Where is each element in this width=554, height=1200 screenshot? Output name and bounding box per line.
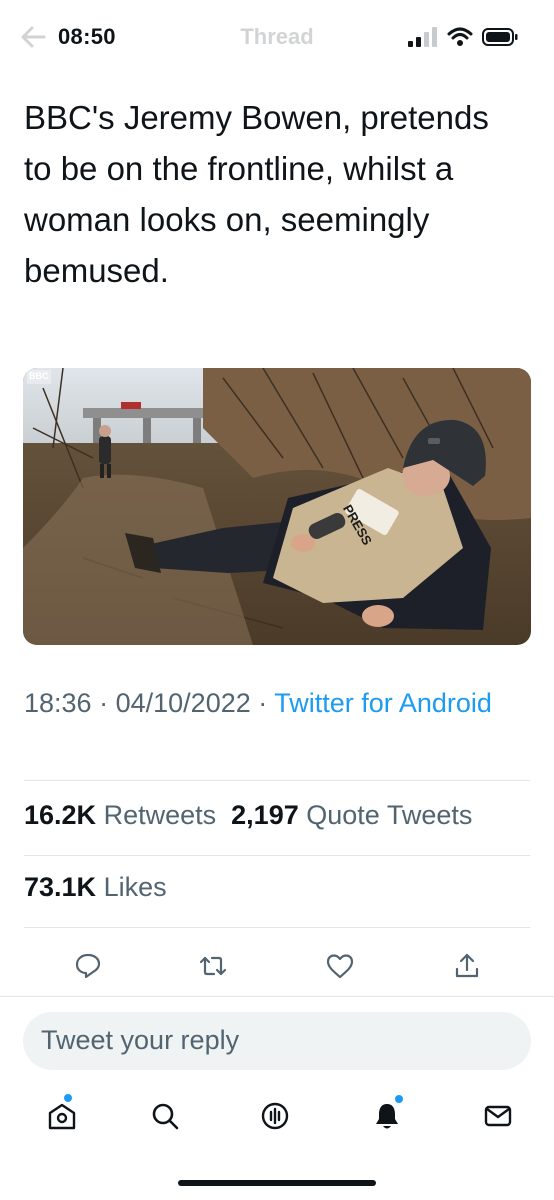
quote-tweets-count: 2,197	[231, 800, 299, 830]
home-new-dot	[64, 1094, 72, 1102]
battery-icon	[482, 28, 518, 46]
status-bar: Thread 08:50	[0, 0, 554, 68]
tweet-source-link[interactable]: Twitter for Android	[274, 688, 492, 718]
share-icon	[455, 953, 479, 978]
divider	[24, 927, 530, 928]
retweets-count: 16.2K	[24, 800, 97, 830]
likes-stat[interactable]: 73.1K Likes	[24, 872, 167, 903]
stats-row: 16.2K Retweets 2,197 Quote Tweets	[24, 800, 472, 831]
likes-count: 73.1K	[24, 872, 97, 902]
bottom-tab-bar	[0, 1088, 554, 1148]
tweet-media-image[interactable]: BBC PRESS	[23, 368, 531, 645]
tweet-date: 04/10/2022	[115, 688, 251, 718]
share-button[interactable]	[445, 944, 489, 988]
notifications-new-dot	[395, 1095, 403, 1103]
tab-notifications[interactable]	[363, 1088, 411, 1144]
quote-tweets-label: Quote Tweets	[306, 800, 473, 830]
reply-placeholder: Tweet your reply	[41, 1025, 240, 1055]
like-button[interactable]	[318, 944, 362, 988]
photo-reporter-lying-on-ground	[23, 368, 531, 645]
tab-messages[interactable]	[474, 1088, 522, 1144]
reply-input[interactable]: Tweet your reply	[23, 1012, 531, 1070]
clock: 08:50	[58, 24, 116, 49]
search-icon	[152, 1103, 179, 1130]
meta-separator: ·	[99, 688, 109, 718]
divider	[24, 855, 530, 856]
meta-separator: ·	[258, 688, 268, 718]
retweets-stat[interactable]: 16.2K Retweets	[24, 800, 216, 830]
retweets-label: Retweets	[103, 800, 217, 830]
tab-spaces[interactable]	[251, 1088, 299, 1144]
like-icon	[326, 954, 354, 979]
retweet-button[interactable]	[191, 944, 235, 988]
tab-home[interactable]	[38, 1088, 86, 1144]
notifications-icon	[376, 1104, 398, 1129]
likes-label: Likes	[103, 872, 167, 902]
home-icon	[48, 1103, 76, 1130]
tweet-text: BBC's Jeremy Bowen, pretends to be on th…	[24, 99, 489, 289]
messages-icon	[484, 1105, 512, 1127]
reply-button[interactable]	[66, 944, 110, 988]
spaces-icon	[261, 1102, 289, 1130]
quote-tweets-stat[interactable]: 2,197 Quote Tweets	[231, 800, 472, 830]
wifi-icon	[447, 27, 473, 46]
retweet-icon	[199, 956, 227, 976]
tweet-action-bar	[0, 944, 554, 988]
cellular-signal-icon	[408, 27, 437, 47]
divider	[24, 780, 530, 781]
home-indicator	[178, 1180, 376, 1186]
tweet-time: 18:36	[24, 688, 92, 718]
tab-search[interactable]	[141, 1088, 189, 1144]
media-watermark: BBC	[29, 371, 49, 381]
divider	[0, 996, 554, 997]
tweet-meta: 18:36 · 04/10/2022 · Twitter for Android	[24, 684, 524, 722]
reply-icon	[75, 953, 101, 979]
